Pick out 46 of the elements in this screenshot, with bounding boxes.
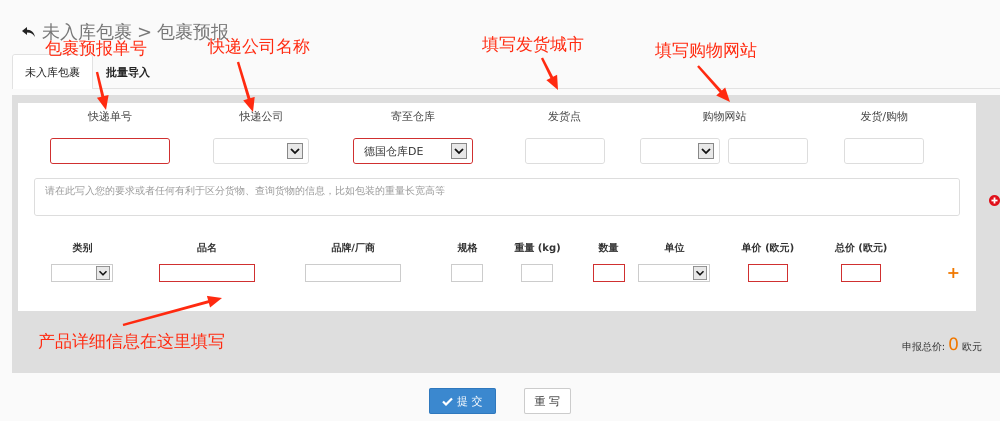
back-icon[interactable] bbox=[22, 26, 36, 38]
total-label: 申报总价: bbox=[902, 340, 946, 354]
column-header: 数量 bbox=[598, 242, 619, 256]
input-field[interactable] bbox=[50, 138, 170, 164]
column-header: 总价 (欧元) bbox=[834, 242, 888, 256]
field-label: 发货点 bbox=[548, 109, 582, 125]
submit-button[interactable]: 提 交 bbox=[429, 388, 496, 414]
currency-unit: 欧元 bbox=[962, 341, 982, 354]
dropdown-icon bbox=[96, 266, 110, 280]
reset-button[interactable]: 重 写 bbox=[524, 388, 571, 414]
annotation-text: 填写发货城市 bbox=[482, 34, 584, 56]
dropdown-icon bbox=[450, 143, 467, 159]
select-field[interactable] bbox=[638, 264, 710, 282]
input-field[interactable] bbox=[159, 264, 256, 282]
annotation-text: 填写购物网站 bbox=[655, 40, 757, 62]
input-field[interactable] bbox=[841, 264, 882, 282]
dropdown-icon bbox=[698, 143, 714, 159]
select-field[interactable] bbox=[213, 138, 310, 164]
column-header: 规格 bbox=[457, 242, 478, 256]
column-header: 单位 bbox=[664, 242, 684, 256]
field-label: 购物网站 bbox=[702, 109, 746, 125]
annotation-text: 产品详细信息在这里填写 bbox=[38, 331, 225, 353]
select-value: 德国仓库DE bbox=[364, 144, 424, 158]
field-label: 发货/购物 bbox=[860, 109, 908, 125]
field-label: 寄至仓库 bbox=[390, 109, 435, 125]
total-value: 0 bbox=[948, 335, 959, 355]
check-icon bbox=[442, 396, 453, 406]
annotation-arrow bbox=[697, 65, 730, 102]
select-field[interactable]: 德国仓库DE bbox=[352, 138, 473, 164]
column-header: 重量 (kg) bbox=[514, 242, 561, 256]
select-field[interactable] bbox=[640, 138, 720, 164]
dropdown-icon bbox=[693, 266, 708, 280]
dropdown-icon bbox=[287, 143, 304, 159]
column-header: 单价 (欧元) bbox=[742, 242, 794, 256]
annotation-arrow bbox=[540, 57, 558, 90]
column-header: 品名 bbox=[197, 242, 218, 256]
annotation-arrow bbox=[236, 62, 255, 112]
input-field[interactable] bbox=[748, 264, 788, 282]
column-header: 类别 bbox=[72, 242, 92, 256]
input-field[interactable] bbox=[592, 264, 625, 282]
select-field[interactable] bbox=[51, 264, 114, 282]
remarks-field[interactable]: 请在此写入您的要求或者任何有利于区分货物、查询货物的信息，比如包装的重量长宽高等 bbox=[34, 178, 960, 216]
column-header: 品牌/厂商 bbox=[331, 242, 375, 256]
field-label: 快递单号 bbox=[88, 109, 132, 125]
add-circle-icon[interactable] bbox=[989, 195, 1000, 206]
field-label: 快递公司 bbox=[239, 109, 284, 125]
